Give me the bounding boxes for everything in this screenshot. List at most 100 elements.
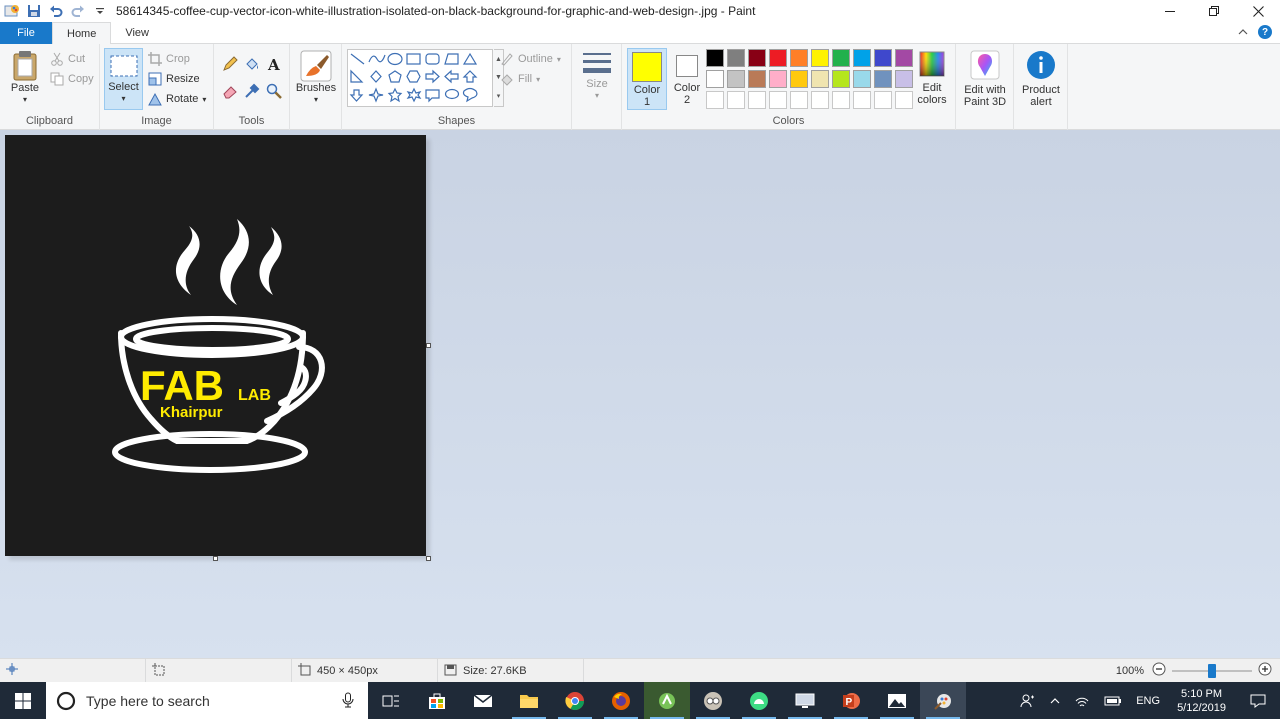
custom-color-slot[interactable] (748, 91, 766, 109)
palette-swatch[interactable] (874, 49, 892, 67)
custom-color-slot[interactable] (706, 91, 724, 109)
palette-swatch[interactable] (706, 70, 724, 88)
brushes-button[interactable]: Brushes ▾ (294, 50, 338, 106)
custom-color-slot[interactable] (769, 91, 787, 109)
text-tool-icon[interactable]: A (266, 56, 288, 75)
taskbar-app-owl[interactable] (690, 682, 736, 719)
size-group: Size ▾ (572, 44, 622, 130)
language-indicator[interactable]: ENG (1129, 682, 1167, 719)
tab-file[interactable]: File (0, 22, 52, 44)
taskbar-firefox[interactable] (598, 682, 644, 719)
restore-button[interactable] (1192, 0, 1236, 22)
palette-swatch[interactable] (811, 49, 829, 67)
color-picker-icon[interactable] (244, 83, 266, 102)
action-center-icon[interactable] (1236, 682, 1280, 719)
palette-swatch[interactable] (832, 70, 850, 88)
rotate-button[interactable]: Rotate ▾ (148, 92, 206, 106)
product-alert-label: Product (1022, 84, 1060, 96)
minimize-button[interactable] (1148, 0, 1192, 22)
select-button[interactable]: Select ▾ (104, 48, 143, 110)
resize-handle-bottom[interactable] (213, 556, 218, 561)
custom-color-slot[interactable] (853, 91, 871, 109)
palette-swatch[interactable] (748, 49, 766, 67)
pencil-icon[interactable] (222, 56, 244, 75)
resize-handle-corner[interactable] (426, 556, 431, 561)
taskbar-powerpoint[interactable]: P (828, 682, 874, 719)
zoom-in-icon[interactable] (1258, 662, 1272, 679)
custom-color-slot[interactable] (895, 91, 913, 109)
clock[interactable]: 5:10 PM 5/12/2019 (1167, 687, 1236, 715)
zoom-slider[interactable] (1172, 663, 1252, 678)
palette-swatch[interactable] (874, 70, 892, 88)
taskbar-app-green[interactable] (644, 682, 690, 719)
custom-color-slot[interactable] (727, 91, 745, 109)
palette-swatch[interactable] (895, 70, 913, 88)
task-view-button[interactable] (368, 682, 414, 719)
wifi-icon[interactable] (1067, 682, 1097, 719)
zoom-out-icon[interactable] (1152, 662, 1166, 679)
tools-group: A Tools (214, 44, 290, 130)
edit-with-paint3d-button[interactable]: Edit with Paint 3D (960, 50, 1010, 108)
battery-icon[interactable] (1097, 682, 1129, 719)
copy-button[interactable]: Copy (50, 72, 94, 86)
tab-view[interactable]: View (111, 22, 163, 44)
taskbar-photos[interactable] (874, 682, 920, 719)
palette-swatch[interactable] (853, 70, 871, 88)
taskbar-paint[interactable] (920, 682, 966, 719)
zoom-slider-thumb[interactable] (1208, 663, 1216, 678)
taskbar-store[interactable] (414, 682, 460, 719)
tab-home[interactable]: Home (52, 22, 112, 45)
palette-swatch[interactable] (727, 49, 745, 67)
paste-button[interactable]: Paste ▾ (6, 50, 44, 106)
palette-swatch[interactable] (748, 70, 766, 88)
resize-button[interactable]: Resize (148, 72, 200, 86)
taskbar-app-android[interactable] (736, 682, 782, 719)
palette-swatch[interactable] (727, 70, 745, 88)
custom-color-slot[interactable] (874, 91, 892, 109)
custom-color-slot[interactable] (832, 91, 850, 109)
save-icon[interactable] (26, 3, 42, 19)
palette-swatch[interactable] (706, 49, 724, 67)
taskbar-search[interactable]: Type here to search (46, 682, 368, 719)
custom-color-slot[interactable] (811, 91, 829, 109)
size-button[interactable]: Size ▾ (578, 50, 616, 102)
crop-button[interactable]: Crop (148, 52, 190, 66)
close-button[interactable] (1236, 0, 1280, 22)
palette-swatch[interactable] (790, 49, 808, 67)
palette-swatch[interactable] (790, 70, 808, 88)
resize-handle-right[interactable] (426, 343, 431, 348)
people-icon[interactable] (1013, 682, 1043, 719)
taskbar-app-monitor[interactable] (782, 682, 828, 719)
outline-button[interactable]: Outline ▾ (500, 52, 561, 66)
custom-color-slot[interactable] (790, 91, 808, 109)
color1-button[interactable]: Color 1 (627, 48, 667, 110)
palette-swatch[interactable] (811, 70, 829, 88)
taskbar-chrome[interactable] (552, 682, 598, 719)
fill-button[interactable]: Fill ▾ (500, 72, 540, 86)
palette-swatch[interactable] (853, 49, 871, 67)
taskbar-mail[interactable] (460, 682, 506, 719)
redo-icon[interactable] (70, 3, 86, 19)
palette-swatch[interactable] (895, 49, 913, 67)
fill-bucket-icon[interactable] (244, 56, 266, 75)
magnifier-icon[interactable] (266, 83, 288, 102)
color2-button[interactable]: Color 2 (670, 51, 704, 106)
collapse-ribbon-icon[interactable] (1238, 25, 1248, 39)
palette-swatch[interactable] (769, 49, 787, 67)
product-alert-button[interactable]: Product alert (1018, 50, 1064, 108)
cut-button[interactable]: Cut (50, 52, 85, 66)
edit-colors-button[interactable]: Edit colors (912, 50, 952, 106)
drawing-canvas[interactable]: FAB LAB Khairpur (5, 135, 426, 556)
shapes-gallery[interactable] (347, 49, 493, 107)
eraser-icon[interactable] (222, 83, 244, 102)
show-hidden-icons-icon[interactable] (1043, 682, 1067, 719)
taskbar-file-explorer[interactable] (506, 682, 552, 719)
palette-swatch[interactable] (832, 49, 850, 67)
undo-icon[interactable] (48, 3, 64, 19)
start-button[interactable] (0, 682, 46, 719)
help-icon[interactable]: ? (1258, 25, 1272, 39)
paint3d-group: Edit with Paint 3D (956, 44, 1014, 130)
microphone-icon[interactable] (342, 692, 354, 711)
palette-swatch[interactable] (769, 70, 787, 88)
customize-qat-icon[interactable] (92, 3, 108, 19)
